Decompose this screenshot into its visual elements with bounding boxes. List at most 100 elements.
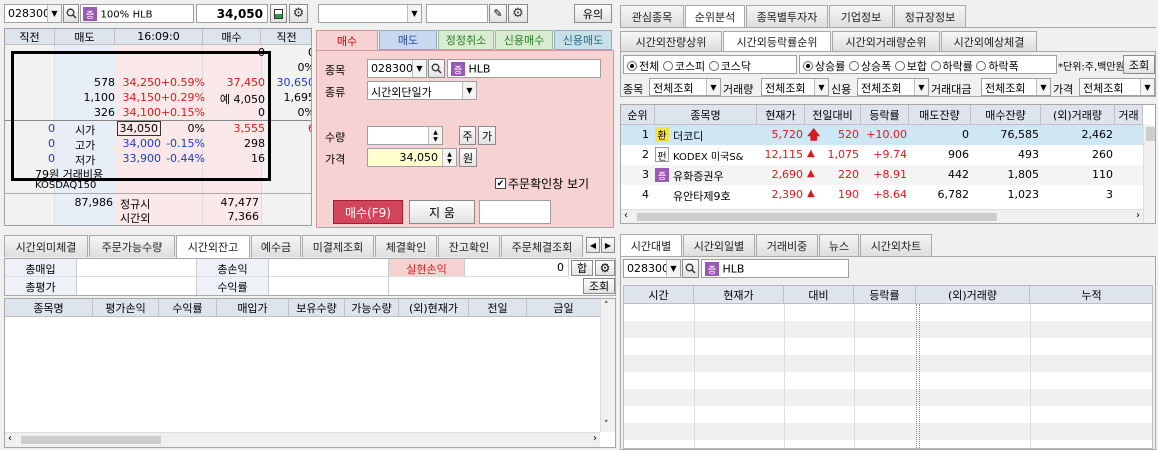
tab-news[interactable]: 뉴스 [819,234,859,256]
balance-vertical-scrollbar[interactable]: ˄ ˅ [600,299,615,432]
total-sell-volume: 87,986 [74,196,114,209]
account-select[interactable]: ▼ [318,4,422,23]
filter-amount-select[interactable]: 전체조회 ▼ [981,78,1051,96]
order-type-select[interactable]: 시간외단일가 ▼ [367,81,477,100]
caution-button[interactable]: 유의 [574,4,612,23]
stepper-icon[interactable]: ▲ ▼ [442,149,456,166]
chevron-down-icon[interactable]: ▼ [47,5,61,22]
order-settings-button[interactable]: ⚙ [508,4,528,23]
quantity-input[interactable]: ▲ ▼ [367,126,443,145]
tab-scroll-right-button[interactable]: ▶ [601,237,615,253]
sum-button[interactable]: 합 [571,260,593,276]
price-input[interactable]: 34,050 ▲ ▼ [367,148,457,167]
tab-after-unfilled[interactable]: 시간외미체결 [4,235,88,257]
gear-icon: ⚙ [599,261,611,275]
tab-regular-info[interactable]: 정규장정보 [894,5,966,27]
tab-watchlist[interactable]: 관심종목 [620,5,684,27]
settings-button[interactable]: ⚙ [289,4,308,23]
subtab-after-rate[interactable]: 시간외등락률순위 [723,31,831,52]
tab-company[interactable]: 기업정보 [829,5,893,27]
tab-sell[interactable]: 매도 [379,30,437,50]
balance-summary: 총매입 총손익 실현손익 0 합 ⚙ 총평가 수익률 조회 [4,258,616,296]
subtab-after-volume[interactable]: 시간외거래량순위 [832,31,940,51]
tab-after-daily[interactable]: 시간외일별 [683,234,755,256]
filter-credit-select[interactable]: 전체조회 ▼ [857,78,929,96]
col-ts-rate: 등락률 [854,286,916,304]
tab-modify-cancel[interactable]: 정정취소 [438,30,494,50]
tab-by-time[interactable]: 시간대별 [620,234,682,257]
subtab-after-remain[interactable]: 시간외잔량상위 [620,31,722,51]
stepper-icon[interactable]: ▲ ▼ [428,127,442,144]
label-realized-pl: 실현손익 [389,259,465,277]
radio-fall-rate[interactable]: 하락률 [930,60,973,73]
col-buy-price: 매입가 [217,299,289,317]
tab-ranking[interactable]: 순위분석 [685,5,745,28]
ranking-vertical-scrollbar[interactable] [1143,125,1155,223]
tab-orderable-qty[interactable]: 주문가능수량 [89,235,175,257]
chevron-down-icon[interactable]: ▼ [462,82,476,99]
order-search-button[interactable] [428,59,445,78]
table-row[interactable]: 3 증 유화증권우 2,690 ▲ 220 +8.91 442 1,805 11… [621,165,1143,185]
ranking-horizontal-scrollbar[interactable]: ‹ › [621,209,1143,223]
balance-horizontal-scrollbar[interactable]: ‹ › [5,432,600,447]
table-row[interactable]: 4 유안타제9호 2,390 ▲ 190 +8.64 6,782 1,023 3 [621,185,1143,205]
filter-volume-select[interactable]: 전체조회 ▼ [761,78,829,96]
tab-unsettled[interactable]: 미결제조회 [302,235,374,257]
filter-stock-select[interactable]: 전체조회 ▼ [649,78,721,96]
tab-order-fill[interactable]: 주문체결조회 [501,235,583,257]
radio-kospi[interactable]: 코스피 [662,60,705,73]
radio-fall-amount[interactable]: 하락폭 [976,60,1019,73]
chevron-down-icon[interactable]: ▼ [407,5,421,22]
filter-price-select[interactable]: 전체조회 ▼ [1079,78,1155,96]
balance-query-button[interactable]: 조회 [583,278,615,294]
won-unit-button[interactable]: 원 [459,148,477,167]
tab-after-balance[interactable]: 시간외잔고 [176,235,250,258]
col-rate: 등락률 [861,105,909,125]
table-row[interactable]: 1 환 더코디 5,720 🡅 520 +10.00 0 76,585 2,46… [621,125,1143,145]
share-unit-button[interactable]: 주 [459,126,476,145]
after-hours-volume: 7,366 [227,210,260,223]
tab-trade-ratio[interactable]: 거래비중 [756,234,818,256]
radio-all[interactable]: 전체 [627,60,659,73]
ts-code-input[interactable]: 028300 ▼ [623,259,681,278]
tab-balance-confirm[interactable]: 잔고확인 [438,235,500,257]
edit-button[interactable]: ✎ [489,4,507,23]
tag-securities-icon: 증 [655,168,669,182]
radio-flat[interactable]: 보합 [894,60,927,73]
tab-credit-sell[interactable]: 신용매도 [554,30,612,50]
time-series-panel: 028300 ▼ 증 HLB 시간 현재가 대비 등락률 (외)거래량 누적 [620,256,1156,450]
ranking-query-button[interactable]: 조회 [1123,55,1155,74]
radio-rise-rate[interactable]: 상승률 [803,60,845,73]
tab-credit-buy[interactable]: 신용매수 [495,30,553,50]
stock-code-input[interactable]: 028300 ▼ [4,4,62,23]
available-qty-button[interactable]: 가 [478,126,496,145]
tab-deposit[interactable]: 예수금 [251,235,301,257]
column-resize-handle[interactable] [916,304,920,448]
col-diff: 전일대비 [805,105,861,125]
balance-settings-button[interactable]: ⚙ [595,260,615,276]
stock-name-field: 증 100% HLB [80,4,194,23]
tab-buy[interactable]: 매수 [316,30,378,50]
buy-submit-button[interactable]: 매수(F9) [333,200,403,224]
ts-search-button[interactable] [682,259,699,278]
tab-scroll-left-button[interactable]: ◀ [586,237,600,253]
chart-toggle-button[interactable] [270,4,287,23]
table-row[interactable]: 2 펀 KODEX 미국S& 12,115 ▲ 1,075 +9.74 906 … [621,145,1143,165]
col-eval-pl: 평가손익 [93,299,159,317]
chevron-down-icon[interactable]: ▼ [666,260,680,277]
password-input[interactable] [426,4,488,23]
tab-investor[interactable]: 종목별투자자 [746,5,828,27]
clear-button[interactable]: 지 움 [409,200,475,224]
radio-rise-amount[interactable]: 상승폭 [848,60,891,73]
tab-after-chart[interactable]: 시간외차트 [860,234,932,256]
col-ts-price: 현재가 [694,286,784,304]
tab-fill-confirm[interactable]: 체결확인 [375,235,437,257]
chevron-down-icon[interactable]: ▼ [412,60,426,77]
confirm-checkbox[interactable]: ✔ 주문확인창 보기 [495,175,589,192]
radio-kosdaq[interactable]: 코스닥 [708,60,751,73]
col-return: 수익률 [159,299,217,317]
subtab-after-expected[interactable]: 시간외예상체결 [941,31,1037,51]
order-code-input[interactable]: 028300 ▼ [367,59,427,78]
col-time: 시간 [624,286,694,304]
search-button[interactable] [63,4,79,23]
